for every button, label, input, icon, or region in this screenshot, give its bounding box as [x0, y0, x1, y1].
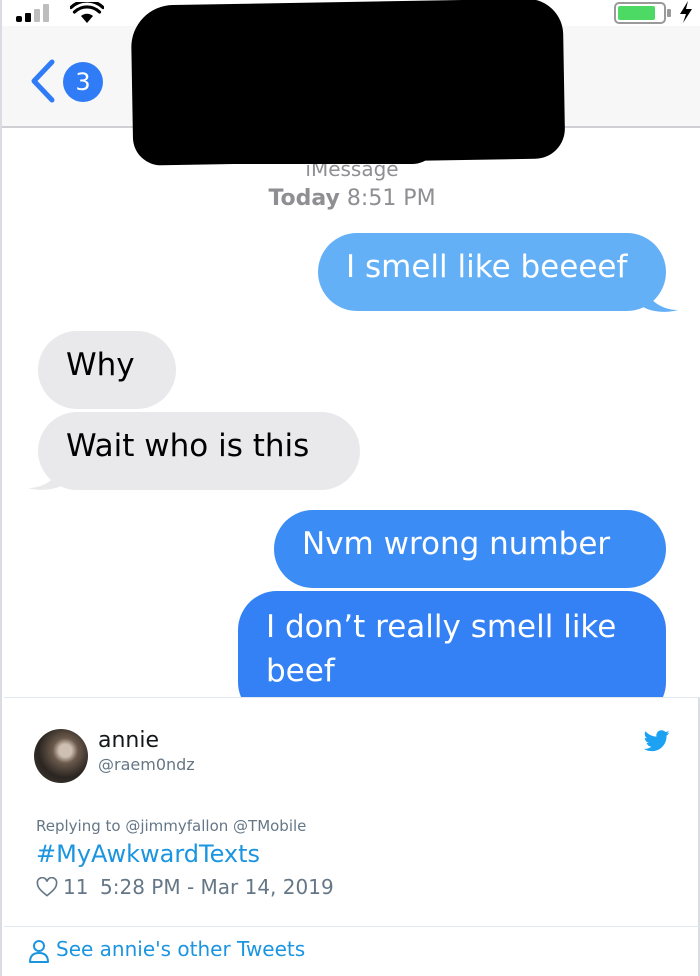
hashtag-link[interactable]: #MyAwkwardTexts: [36, 840, 260, 868]
imessage-screenshot: 3 iMessage Today 8:51 PM I smell like be…: [2, 0, 700, 697]
divider: [4, 926, 700, 927]
user-icon: [29, 940, 49, 963]
wifi-icon: [70, 2, 104, 23]
chevron-left-icon[interactable]: [28, 58, 58, 104]
unread-count-badge[interactable]: 3: [63, 62, 103, 102]
redaction-scribble: [140, 108, 440, 164]
heart-icon[interactable]: [36, 877, 58, 897]
timestamp-day: Today: [268, 186, 340, 211]
twitter-bird-icon[interactable]: [644, 730, 670, 752]
tweet-card: 3 iMessage Today 8:51 PM I smell like be…: [0, 0, 700, 976]
user-handle[interactable]: @raem0ndz: [98, 755, 195, 774]
like-count[interactable]: 11: [63, 875, 88, 899]
see-other-tweets-label[interactable]: See annie's other Tweets: [56, 937, 305, 961]
replying-to[interactable]: Replying to @jimmyfallon @TMobile: [36, 817, 306, 835]
message-bubble-outgoing[interactable]: I don’t really smell like beef: [238, 591, 666, 697]
message-bubble-incoming[interactable]: Why: [38, 331, 176, 409]
conversation-timestamp: Today 8:51 PM: [2, 186, 700, 211]
display-name[interactable]: annie: [98, 728, 159, 753]
message-bubble-outgoing[interactable]: Nvm wrong number: [274, 510, 666, 588]
message-bubble-outgoing[interactable]: I smell like beeeef: [318, 233, 666, 311]
tweet-timestamp[interactable]: 5:28 PM - Mar 14, 2019: [100, 875, 334, 899]
battery-icon: [614, 2, 671, 24]
cellular-signal-icon: [16, 4, 49, 22]
avatar[interactable]: [34, 729, 88, 783]
message-bubble-incoming[interactable]: Wait who is this: [38, 412, 360, 490]
divider: [4, 697, 700, 698]
timestamp-time: 8:51 PM: [346, 186, 436, 211]
charging-bolt-icon: [680, 1, 692, 23]
